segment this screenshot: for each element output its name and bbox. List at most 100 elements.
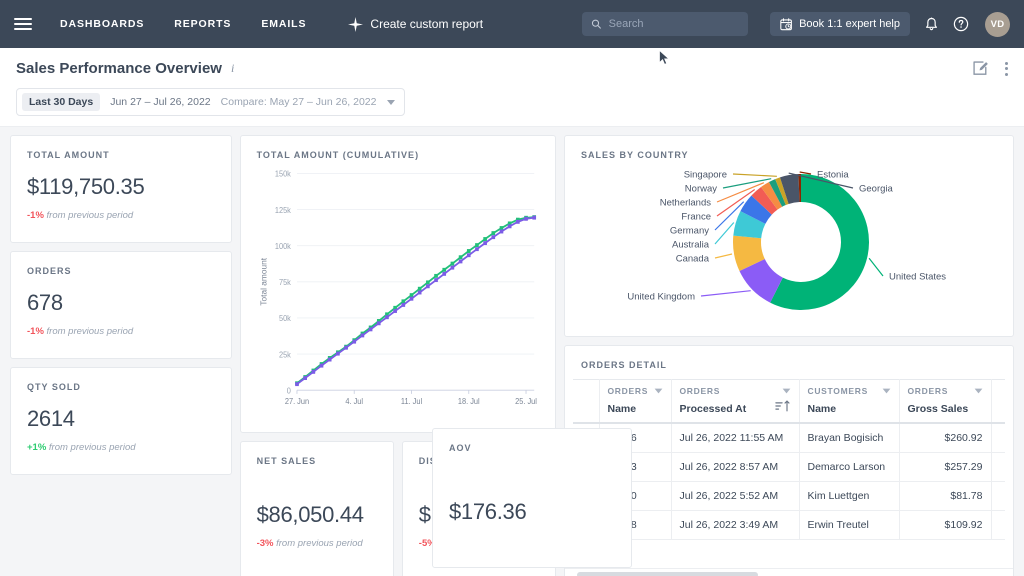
orders-table-scroll[interactable]: ORDERS Name ORDERS Processed At CUSTOMER… xyxy=(565,379,1013,568)
data-point-marker xyxy=(392,309,397,313)
create-custom-report-button[interactable]: Create custom report xyxy=(348,16,483,32)
filter-caret-icon[interactable] xyxy=(654,388,663,394)
question-circle-icon xyxy=(953,16,969,32)
more-vertical-icon xyxy=(1005,61,1008,65)
data-point-marker xyxy=(409,296,413,301)
search-input[interactable] xyxy=(608,18,740,30)
kpi-card-orders[interactable]: ORDERS 678 -1% from previous period xyxy=(10,251,232,359)
donut-chart-card[interactable]: SALES BY COUNTRY Singapore Norway Netherla… xyxy=(564,135,1014,337)
table-row[interactable]: 2#9643Jul 26, 2022 8:57 AMDemarco Larson… xyxy=(573,452,1005,482)
sort-button[interactable] xyxy=(774,400,791,412)
donut-slice-label: Netherlands xyxy=(660,198,711,209)
column-header-orders-name[interactable]: ORDERS Name xyxy=(599,379,672,424)
compare-range-label: Compare: May 27 – Jun 26, 2022 xyxy=(220,96,377,108)
kpi-label: AOV xyxy=(449,443,472,453)
kpi-delta: -1% from previous period xyxy=(27,326,215,337)
table-row[interactable]: 3#9640Jul 26, 2022 5:52 AMKim Luettgen$8… xyxy=(573,481,1005,511)
nav-link-dashboards[interactable]: DASHBOARDS xyxy=(60,18,144,30)
data-point-marker xyxy=(482,241,487,246)
kpi-label: TOTAL AMOUNT xyxy=(27,150,110,160)
x-axis-tick-label: 11. Jul xyxy=(400,397,421,406)
data-point-marker xyxy=(294,382,299,387)
data-point-marker xyxy=(458,259,462,264)
search-box[interactable] xyxy=(582,12,749,36)
kpi-delta-pct: -1% xyxy=(27,210,44,221)
table-horizontal-scrollbar[interactable] xyxy=(565,568,1013,576)
book-expert-help-label: Book 1:1 expert help xyxy=(799,18,900,30)
edit-note-icon xyxy=(973,61,988,75)
filter-caret-icon[interactable] xyxy=(974,388,983,394)
donut-leader-line xyxy=(732,173,777,177)
page-header: Sales Performance Overview i Last 30 Day… xyxy=(0,48,1024,127)
kpi-delta-suffix: from previous period xyxy=(276,538,363,549)
donut-leader-line xyxy=(714,222,735,245)
book-expert-help-button[interactable]: Book 1:1 expert help xyxy=(770,12,910,36)
kpi-card-net-sales[interactable]: NET SALES $86,050.44 -3% from previous p… xyxy=(239,441,394,576)
nav-link-reports[interactable]: REPORTS xyxy=(174,18,231,30)
x-axis-tick-label: 25. Jul xyxy=(515,397,537,406)
kpi-delta-pct: -3% xyxy=(256,538,274,549)
filter-caret-icon[interactable] xyxy=(882,388,891,394)
x-axis-tick-label: 27. Jun xyxy=(284,397,308,406)
kpi-delta: +1% from previous period xyxy=(27,442,215,453)
sparkle-icon xyxy=(348,16,364,32)
column-source: ORDERS xyxy=(907,386,949,396)
donut-slice-label: Australia xyxy=(672,240,710,251)
orders-detail-title: ORDERS DETAIL xyxy=(581,360,667,370)
cell-gross-sales: $257.29 xyxy=(899,452,992,482)
info-icon[interactable]: i xyxy=(231,61,234,76)
kpi-value: 2614 xyxy=(27,406,75,431)
data-point-marker xyxy=(433,278,438,283)
date-preset-chip[interactable]: Last 30 Days xyxy=(22,93,101,111)
line-chart-svg: 0 25k 50k 75k 100k 125k 150k Total amount 27. Ju… xyxy=(259,169,537,406)
data-point-marker xyxy=(401,299,405,304)
data-point-marker xyxy=(499,226,503,230)
date-range-label: Jun 27 – Jul 26, 2022 xyxy=(110,96,211,108)
line-series xyxy=(296,216,534,385)
chevron-down-icon[interactable] xyxy=(386,99,395,105)
more-options-button[interactable] xyxy=(1005,61,1008,76)
kpi-value: $119,750.35 xyxy=(27,174,145,199)
date-range-filter[interactable]: Last 30 Days Jun 27 – Jul 26, 2022 Compa… xyxy=(16,88,405,116)
donut-chart-plot[interactable]: Singapore Norway Netherlands France Germany A… xyxy=(581,160,997,318)
data-point-marker xyxy=(302,376,307,381)
data-point-marker xyxy=(311,369,315,374)
donut-leader-line xyxy=(714,253,733,259)
line-chart-plot[interactable]: 0 25k 50k 75k 100k 125k 150k Total amount 27. Ju… xyxy=(257,166,539,418)
kpi-card-aov[interactable]: AOV $176.36 xyxy=(432,428,632,568)
column-header-customers-name[interactable]: CUSTOMERS Name xyxy=(799,379,900,424)
notifications-bell-button[interactable] xyxy=(924,16,939,32)
data-point-marker xyxy=(433,273,438,278)
line-chart-card[interactable]: TOTAL AMOUNT (CUMULATIVE) 0 25k 50k 75k 100k… xyxy=(239,135,556,433)
data-point-marker xyxy=(376,321,381,326)
data-point-marker xyxy=(384,315,389,320)
cell-customer-name: Erwin Treutel xyxy=(799,510,900,540)
data-point-marker xyxy=(450,261,454,266)
donut-slice-label: United Kingdom xyxy=(627,292,695,303)
kpi-delta: -1% from previous period xyxy=(27,210,215,221)
scrollbar-thumb[interactable] xyxy=(577,571,759,576)
kpi-card-qty-sold[interactable]: QTY SOLD 2614 +1% from previous period xyxy=(10,367,232,475)
kpi-delta-suffix: from previous period xyxy=(46,210,134,221)
nav-link-emails[interactable]: EMAILS xyxy=(261,18,306,30)
top-navigation-bar: DASHBOARDS REPORTS EMAILS Create custom … xyxy=(0,0,1024,48)
y-axis-tick-label: 75k xyxy=(279,278,291,287)
bell-icon xyxy=(926,16,937,30)
table-row[interactable]: 4#9638Jul 26, 2022 3:49 AMErwin Treutel$… xyxy=(573,510,1005,540)
data-point-marker xyxy=(458,255,462,260)
data-point-marker xyxy=(482,237,487,241)
help-button[interactable] xyxy=(953,16,969,32)
column-header-orders-processed-at[interactable]: ORDERS Processed At xyxy=(671,379,800,424)
table-row[interactable]: 1#9646Jul 26, 2022 11:55 AMBrayan Bogisi… xyxy=(573,423,1005,453)
cell-overflow xyxy=(991,423,1005,453)
data-point-marker xyxy=(523,216,528,221)
edit-note-button[interactable] xyxy=(972,60,989,77)
kpi-card-total-amount[interactable]: TOTAL AMOUNT $119,750.35 -1% from previo… xyxy=(10,135,232,243)
column-header-orders-gross-sales[interactable]: ORDERS Gross Sales xyxy=(899,379,992,424)
data-point-marker xyxy=(499,229,503,234)
user-avatar[interactable]: VD xyxy=(985,11,1010,37)
filter-caret-icon[interactable] xyxy=(782,388,791,394)
hamburger-icon[interactable] xyxy=(14,18,32,30)
line-chart-title: TOTAL AMOUNT (CUMULATIVE) xyxy=(256,150,420,160)
data-point-marker xyxy=(351,339,356,344)
